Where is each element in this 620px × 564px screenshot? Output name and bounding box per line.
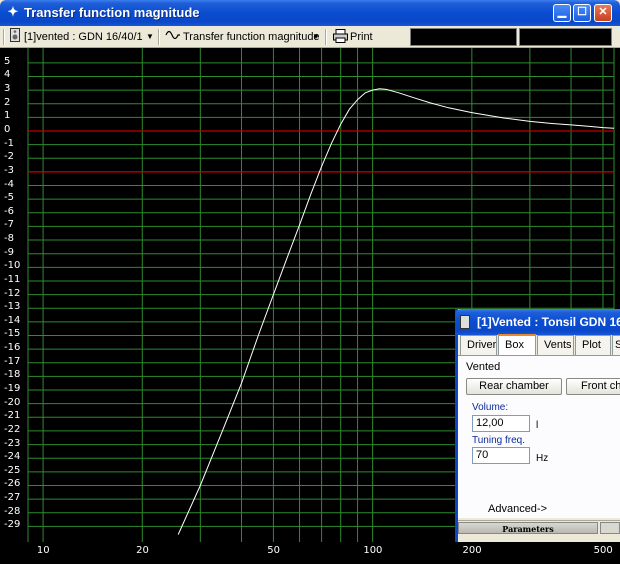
parameters-panel[interactable]: Parameters — [458, 522, 598, 534]
y-tick-label: 4 — [4, 69, 11, 81]
tab-plot[interactable]: Plot — [575, 335, 611, 355]
chart-selector[interactable]: Transfer function magnitude — [183, 28, 320, 46]
y-tick-label: -25 — [4, 464, 21, 476]
y-tick-label: 2 — [4, 96, 11, 108]
x-tick-label: 200 — [462, 545, 482, 556]
print-button[interactable]: Print — [350, 28, 373, 46]
y-tick-label: -17 — [4, 355, 21, 367]
wave-icon — [165, 28, 181, 46]
y-tick-label: -19 — [4, 383, 21, 395]
x-tick-label: 10 — [36, 545, 50, 556]
tab-more[interactable]: S — [612, 335, 620, 355]
window-titlebar[interactable]: ✦ Transfer function magnitude ▁ ☐ ✕ — [0, 0, 620, 26]
y-tick-label: -14 — [4, 314, 21, 326]
y-tick-label: -6 — [4, 205, 14, 217]
y-tick-label: -22 — [4, 423, 21, 435]
close-button[interactable]: ✕ — [594, 4, 612, 22]
y-tick-label: -13 — [4, 301, 21, 313]
rear-chamber-button[interactable]: Rear chamber — [466, 378, 562, 395]
crosshair-icon: ✦ — [7, 4, 19, 19]
volume-input[interactable]: 12,00 — [472, 415, 530, 432]
dialog-titlebar[interactable]: [1]Vented : Tonsil GDN 16 — [455, 309, 620, 335]
dialog-title: [1]Vented : Tonsil GDN 16 — [477, 315, 620, 329]
readout-box — [410, 28, 517, 46]
project-selector[interactable]: [1]vented : GDN 16/40/1 — [24, 28, 143, 46]
y-tick-label: -23 — [4, 437, 21, 449]
y-tick-label: -1 — [4, 137, 14, 149]
toolbar-separator — [158, 29, 160, 45]
tuning-unit: Hz — [536, 453, 549, 464]
y-tick-label: -21 — [4, 410, 21, 422]
y-tick-label: -28 — [4, 505, 21, 517]
tab-box[interactable]: Box — [498, 334, 536, 355]
dialog-tabs: Driver Box Vents Plot S — [458, 334, 620, 355]
y-tick-label: -11 — [4, 273, 21, 285]
status-panel-right — [600, 522, 620, 534]
maximize-button[interactable]: ☐ — [573, 4, 591, 22]
project-icon — [10, 28, 20, 46]
y-tick-label: -2 — [4, 151, 14, 163]
tab-vents[interactable]: Vents — [537, 335, 574, 355]
tab-driver[interactable]: Driver — [460, 335, 497, 355]
volume-label: Volume: — [472, 402, 509, 413]
y-tick-label: -16 — [4, 342, 21, 354]
x-tick-label: 500 — [593, 545, 613, 556]
y-tick-label: -27 — [4, 492, 21, 504]
box-dialog: [1]Vented : Tonsil GDN 16 Driver Box Ven… — [455, 309, 620, 542]
y-tick-label: -4 — [4, 178, 14, 190]
y-tick-label: -9 — [4, 246, 14, 258]
y-tick-label: -29 — [4, 519, 21, 531]
speaker-icon — [460, 315, 470, 329]
y-tick-label: -3 — [4, 164, 14, 176]
y-tick-label: -8 — [4, 233, 14, 245]
toolbar-separator — [325, 29, 327, 45]
project-dropdown-icon[interactable]: ▼ — [146, 28, 154, 46]
front-chamber-button[interactable]: Front cha — [566, 378, 620, 395]
y-tick-label: -15 — [4, 328, 21, 340]
box-tab-pane: Vented Rear chamber Front cha Volume: 12… — [458, 355, 620, 518]
window-title: Transfer function magnitude — [24, 5, 200, 20]
toolbar: [1]vented : GDN 16/40/1 ▼ Transfer funct… — [0, 26, 620, 48]
toolbar-grip — [3, 29, 5, 45]
x-tick-label: 50 — [267, 545, 280, 556]
y-tick-label: -24 — [4, 451, 21, 463]
y-tick-label: -20 — [4, 396, 21, 408]
chart-dropdown-icon[interactable]: ▼ — [312, 28, 320, 46]
y-tick-label: 1 — [4, 110, 11, 122]
printer-icon[interactable] — [333, 29, 348, 47]
dialog-statusbar: Parameters — [458, 520, 620, 534]
advanced-link[interactable]: Advanced-> — [488, 503, 547, 515]
tuning-freq-input[interactable]: 70 — [472, 447, 530, 464]
y-tick-label: 0 — [4, 123, 11, 135]
readout-box — [519, 28, 612, 46]
y-tick-label: -10 — [4, 260, 21, 272]
y-tick-label: -26 — [4, 478, 21, 490]
y-tick-label: -7 — [4, 219, 14, 231]
x-tick-label: 100 — [363, 545, 383, 556]
minimize-button[interactable]: ▁ — [553, 4, 571, 22]
y-tick-label: -18 — [4, 369, 21, 381]
y-tick-label: 3 — [4, 83, 11, 95]
y-tick-label: -12 — [4, 287, 21, 299]
y-tick-label: 5 — [4, 55, 11, 67]
section-label: Vented — [466, 361, 501, 373]
volume-unit: l — [536, 420, 539, 431]
tuning-label: Tuning freq. — [472, 435, 525, 446]
y-tick-label: -5 — [4, 192, 14, 204]
x-tick-label: 20 — [136, 545, 149, 556]
